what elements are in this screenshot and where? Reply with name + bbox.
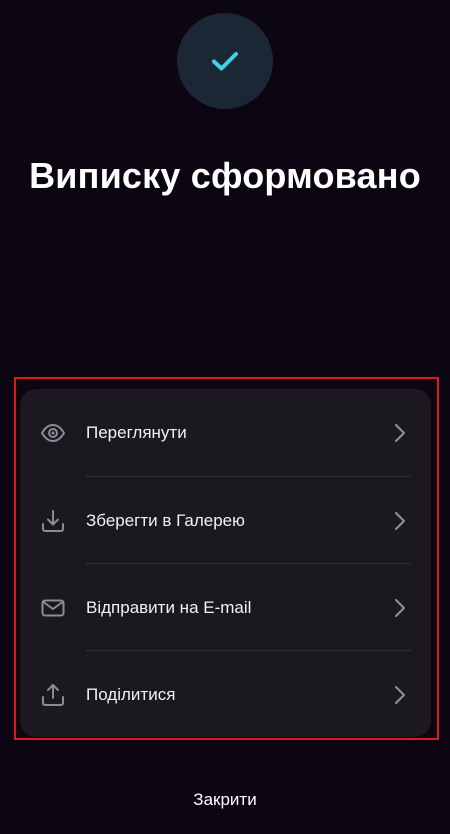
page-title: Виписку сформовано [29, 155, 421, 196]
success-badge [177, 13, 273, 109]
action-view[interactable]: Переглянути [20, 389, 431, 476]
eye-icon [39, 419, 67, 447]
mail-icon [39, 594, 67, 622]
close-button[interactable]: Закрити [0, 780, 450, 820]
chevron-right-icon [394, 685, 406, 705]
action-save-gallery[interactable]: Зберегти в Галерею [20, 477, 431, 564]
action-share[interactable]: Поділитися [20, 651, 431, 737]
chevron-right-icon [394, 598, 406, 618]
action-view-label: Переглянути [86, 423, 187, 442]
chevron-right-icon [394, 511, 406, 531]
action-share-label: Поділитися [86, 685, 176, 704]
action-send-email-label: Відправити на E-mail [86, 598, 252, 617]
actions-card: Переглянути Зберегти в Галерею Відправит… [20, 389, 431, 737]
download-icon [39, 507, 67, 535]
share-icon [39, 681, 67, 709]
chevron-right-icon [394, 423, 406, 443]
action-save-gallery-label: Зберегти в Галерею [86, 511, 245, 530]
statement-ready-screen: Виписку сформовано Переглянути Зберегти … [0, 0, 450, 834]
action-send-email[interactable]: Відправити на E-mail [20, 564, 431, 651]
checkmark-icon [212, 52, 238, 71]
